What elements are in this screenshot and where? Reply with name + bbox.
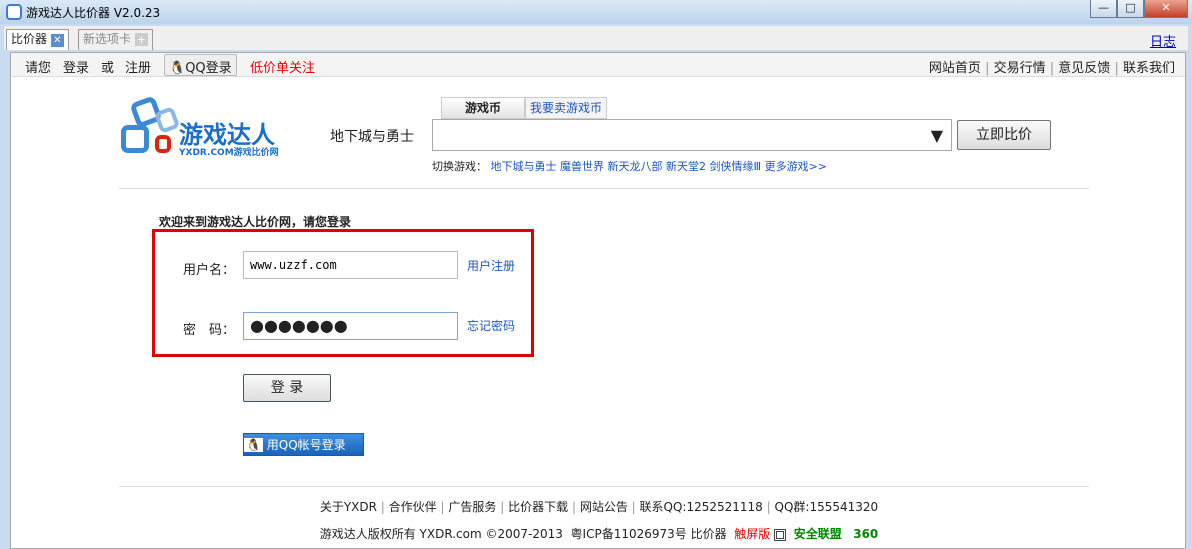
game-link[interactable]: 地下城与勇士: [491, 160, 557, 173]
safe-alliance-badge[interactable]: 安全联盟: [794, 527, 842, 541]
footer-link[interactable]: 关于YXDR: [320, 500, 377, 514]
app-icon: [6, 4, 22, 20]
nav-home[interactable]: 网站首页: [929, 61, 981, 76]
log-link[interactable]: 日志: [1150, 31, 1176, 50]
qq-penguin-icon: 🐧: [169, 61, 186, 76]
password-input[interactable]: ●●●●●●●: [243, 312, 458, 340]
nav-feedback[interactable]: 意见反馈: [1058, 61, 1110, 76]
nav-text-please: 请您: [25, 61, 52, 76]
username-input[interactable]: [243, 251, 458, 279]
tab-sell-currency[interactable]: 我要卖游戏币: [525, 97, 607, 119]
nav-contact[interactable]: 联系我们: [1123, 61, 1175, 76]
logo-icon: [121, 95, 181, 157]
close-button[interactable]: ✕: [1144, 0, 1188, 18]
game-label: 地下城与勇士: [330, 129, 414, 145]
username-label: 用户名：: [183, 263, 236, 278]
switch-games: 切换游戏： 地下城与勇士 魔兽世界 新天龙八部 新天堂2 剑侠情缘Ⅲ 更多游戏>…: [432, 158, 827, 174]
tab-label: 比价器: [11, 32, 48, 46]
qq-account-login-button[interactable]: 🐧 用QQ帐号登录: [243, 433, 364, 456]
game-link[interactable]: 魔兽世界: [560, 160, 604, 173]
footer-links: 关于YXDR | 合作伙伴 | 广告服务 | 比价器下载 | 网站公告 | 联系…: [319, 500, 879, 514]
password-label: 密 码：: [183, 323, 236, 338]
qr-code-icon[interactable]: [774, 528, 787, 541]
title-bar: 游戏达人比价器 V2.0.23 — □ ✕: [0, 0, 1192, 24]
close-icon[interactable]: ✕: [50, 34, 64, 47]
tab-strip: 比价器 ✕ 新选项卡 + 日志: [4, 26, 1188, 50]
footer-contact-qq: 联系QQ:1252521118: [639, 500, 763, 514]
divider: [119, 188, 1089, 189]
minimize-button[interactable]: —: [1090, 0, 1117, 18]
footer-link[interactable]: 网站公告: [580, 500, 628, 514]
tab-label: 新选项卡: [83, 32, 132, 46]
footer-link[interactable]: 比价器下载: [508, 500, 568, 514]
switch-label: 切换游戏：: [432, 160, 487, 173]
compare-button[interactable]: 立即比价: [957, 120, 1051, 150]
copyright-text: 游戏达人版权所有 YXDR.com ©2007-2013: [319, 527, 563, 541]
qq-penguin-icon: 🐧: [244, 438, 263, 452]
footer-link[interactable]: 合作伙伴: [389, 500, 437, 514]
footer-copyright: 游戏达人版权所有 YXDR.com ©2007-2013 粤ICP备110269…: [11, 525, 1187, 542]
touch-version-link[interactable]: 触屏版: [734, 527, 770, 541]
page-content: 请您 登录 或 注册 🐧QQ登录 低价单关注 网站首页 | 交易行情 | 意见反…: [10, 52, 1186, 549]
icp-text[interactable]: 粤ICP备11026973号: [571, 527, 687, 541]
nav-text-or: 或: [101, 61, 115, 76]
login-button[interactable]: 登 录: [243, 374, 331, 402]
login-heading: 欢迎来到游戏达人比价网，请您登录: [159, 215, 352, 229]
nav-register[interactable]: 注册: [125, 57, 151, 76]
footer-link[interactable]: 广告服务: [448, 500, 496, 514]
tab-game-currency[interactable]: 游戏币: [441, 97, 525, 119]
nav-login[interactable]: 登录: [63, 57, 89, 76]
low-price-link[interactable]: 低价单关注: [250, 57, 315, 76]
qq-button-label: 用QQ帐号登录: [266, 438, 346, 452]
window-title: 游戏达人比价器 V2.0.23: [26, 6, 161, 20]
qq-login-button[interactable]: 🐧QQ登录: [164, 54, 237, 76]
top-nav: 请您 登录 或 注册 🐧QQ登录 低价单关注 网站首页 | 交易行情 | 意见反…: [11, 53, 1185, 77]
qq-login-label: QQ登录: [185, 61, 232, 76]
360-badge[interactable]: 360: [853, 527, 878, 541]
register-link[interactable]: 用户注册: [467, 257, 515, 274]
dropdown-arrow-icon[interactable]: ▼: [931, 126, 943, 145]
game-link[interactable]: 新天龙八部: [608, 160, 663, 173]
right-nav: 网站首页 | 交易行情 | 意见反馈 | 联系我们: [928, 61, 1175, 76]
app-link[interactable]: 比价器: [691, 527, 727, 541]
game-select[interactable]: ▼: [432, 119, 952, 151]
plus-icon[interactable]: +: [134, 33, 148, 46]
game-link[interactable]: 新天堂2: [666, 160, 706, 173]
game-link[interactable]: 剑侠情缘Ⅲ: [710, 160, 762, 173]
logo-subtext: YXDR.COM游戏比价网: [179, 148, 279, 158]
nav-market[interactable]: 交易行情: [994, 61, 1046, 76]
maximize-button[interactable]: □: [1117, 0, 1144, 18]
divider: [119, 486, 1089, 487]
tab-bijiaqi[interactable]: 比价器 ✕: [6, 29, 69, 50]
tab-new[interactable]: 新选项卡 +: [78, 29, 153, 50]
footer-qq-group: QQ群:155541320: [774, 500, 879, 514]
forgot-password-link[interactable]: 忘记密码: [467, 317, 515, 334]
more-games-link[interactable]: 更多游戏>>: [765, 160, 827, 173]
